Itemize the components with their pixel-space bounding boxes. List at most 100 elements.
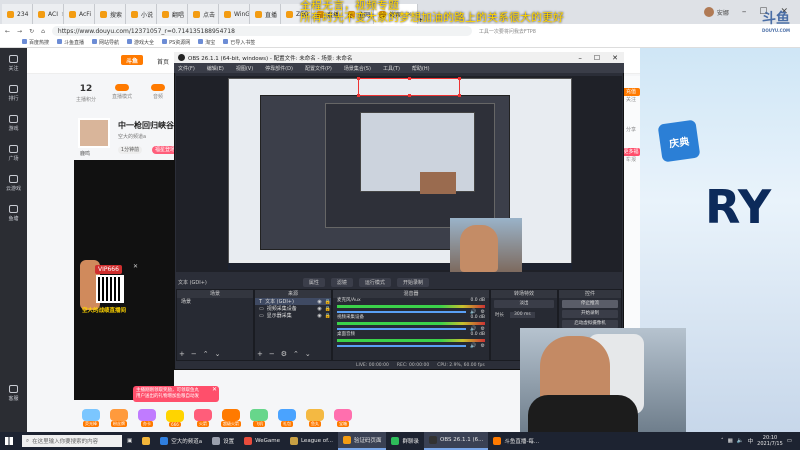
sidebar-item[interactable]: 客服 (0, 378, 27, 408)
obs-menu-item[interactable]: 场景集合(S) (344, 65, 371, 72)
visibility-icon[interactable]: ◉ (317, 299, 321, 305)
bookmark-item[interactable]: 游戏大全 (127, 39, 154, 46)
forward-icon[interactable]: → (17, 28, 22, 35)
taskbar-app[interactable]: WeGame (239, 432, 285, 450)
gift-item[interactable]: 粉丝牌 (108, 407, 130, 427)
douyu-logo[interactable]: 斗鱼 (121, 55, 143, 65)
add-icon[interactable]: + (179, 350, 185, 358)
volume-slider[interactable] (337, 328, 467, 330)
control-button[interactable]: 开始录制 (562, 310, 618, 318)
back-icon[interactable]: ← (5, 28, 10, 35)
close-icon[interactable]: ✕ (212, 387, 217, 393)
user-profile[interactable]: 安娜 (703, 7, 729, 17)
browser-tab[interactable]: AcFi× (64, 4, 95, 24)
gift-item[interactable]: 飞机 (248, 407, 270, 427)
taskbar-app[interactable]: 斗鱼直播-每... (488, 432, 544, 450)
remove-icon[interactable]: − (191, 350, 197, 358)
scene-item[interactable]: 场景 (177, 298, 253, 305)
stat-item[interactable]: 12 主播积分 (74, 84, 98, 103)
duration-input[interactable]: 300 ms (510, 312, 535, 318)
start-button[interactable] (0, 432, 18, 450)
home-icon[interactable]: ⌂ (41, 28, 45, 35)
source-toolbar-button[interactable]: 运行模式 (358, 277, 391, 287)
remove-icon[interactable]: − (269, 350, 275, 358)
obs-menu-item[interactable]: 配置文件(P) (305, 65, 332, 72)
promo-close-icon[interactable]: ✕ (133, 263, 138, 270)
visibility-icon[interactable]: ◉ (317, 306, 321, 312)
sidebar-item[interactable]: 关注 (0, 48, 27, 78)
bookmark-item[interactable]: 百度热搜 (22, 39, 49, 46)
stat-item[interactable]: 直播模式 (110, 84, 134, 103)
gift-item[interactable]: 办卡 (136, 407, 158, 427)
recharge-badge[interactable]: 充值 (622, 88, 640, 96)
down-icon[interactable]: ⌄ (305, 350, 311, 358)
taskbar-app[interactable] (137, 432, 155, 450)
gift-item[interactable]: 鱼丸 (304, 407, 326, 427)
browser-tab[interactable]: 直播× (250, 4, 281, 24)
stat-item[interactable]: 音频 (146, 84, 170, 103)
browser-tab[interactable]: 234× (2, 4, 33, 24)
reload-icon[interactable]: ↻ (29, 28, 34, 35)
chevron-up-icon[interactable]: ˄ (721, 438, 724, 444)
sidebar-item[interactable]: 云游戏 (0, 168, 27, 198)
lock-icon[interactable]: 🔒 (325, 299, 331, 305)
network-icon[interactable]: ▦ (728, 438, 733, 444)
home-link[interactable]: 首页 (157, 57, 169, 66)
source-toolbar-button[interactable]: 开始录制 (396, 277, 429, 287)
volume-slider[interactable] (337, 345, 467, 347)
minimize-icon[interactable]: – (742, 7, 747, 17)
taskbar-app[interactable]: 空大的频道a (155, 432, 207, 450)
gear-icon[interactable]: ⚙ (481, 343, 485, 349)
sidebar-item[interactable]: 排行 (0, 78, 27, 108)
gift-item[interactable]: 666 (164, 407, 186, 427)
minimize-icon[interactable]: – (578, 54, 582, 62)
sidebar-item[interactable]: 游戏 (0, 108, 27, 138)
volume-slider[interactable] (337, 311, 467, 313)
taskbar-app[interactable]: 群聊录 (386, 432, 424, 450)
ime-icon[interactable]: 中 (748, 437, 754, 445)
browser-tab[interactable]: 搜索× (95, 4, 126, 24)
up-icon[interactable]: ⌃ (293, 350, 299, 358)
gift-item[interactable]: 荧光棒 (80, 407, 102, 427)
bookmark-item[interactable]: 斗鱼直播 (57, 39, 84, 46)
taskbar-app[interactable]: League of... (285, 432, 338, 450)
control-button[interactable]: 停止推流 (562, 300, 618, 308)
bookmark-item[interactable]: PS资源网 (162, 39, 190, 46)
speaker-icon[interactable]: 🔊 (470, 343, 476, 349)
task-view-icon[interactable]: ▣ (122, 432, 137, 450)
obs-menu-item[interactable]: 视图(V) (236, 65, 253, 72)
right-action-item[interactable]: 关注 (622, 96, 640, 103)
selection-box[interactable] (357, 77, 461, 97)
taskbar-clock[interactable]: 20:10 2021/7/15 (757, 435, 783, 447)
source-toolbar-button[interactable]: 滤镜 (330, 277, 353, 287)
sidebar-item[interactable]: 鱼塘 (0, 198, 27, 228)
maximize-icon[interactable]: ☐ (594, 54, 600, 62)
right-action-item[interactable]: 分享 (622, 126, 640, 133)
visibility-icon[interactable]: ◉ (317, 313, 321, 319)
taskbar-app[interactable]: 设置 (207, 432, 239, 450)
url-input[interactable]: https://www.douyu.com/12371057_r=0.71413… (51, 26, 472, 36)
add-icon[interactable]: + (257, 350, 263, 358)
benefit-badge[interactable]: 更多福利 (622, 148, 640, 163)
browser-tab[interactable]: 小说× (126, 4, 157, 24)
close-icon[interactable]: ✕ (612, 54, 618, 62)
up-icon[interactable]: ⌃ (203, 350, 209, 358)
gift-item[interactable]: 礼包 (276, 407, 298, 427)
obs-menu-item[interactable]: 工具(T) (383, 65, 400, 72)
bookmark-item[interactable]: 网站导航 (92, 39, 119, 46)
obs-menu-item[interactable]: 文件(F) (178, 65, 195, 72)
notification-icon[interactable]: ▭ (787, 438, 792, 444)
transition-select[interactable]: 淡出 (494, 300, 554, 308)
obs-menu-item[interactable]: 停靠部件(D) (265, 65, 293, 72)
gift-item[interactable]: 火箭 (192, 407, 214, 427)
taskbar-search[interactable]: ⌕ 在这里输入你要搜索的内容 (22, 435, 122, 447)
browser-tab[interactable]: 点击× (188, 4, 219, 24)
bookmark-item[interactable]: 已导入书签 (223, 39, 255, 46)
anchor-avatar[interactable] (78, 118, 110, 148)
browser-tab[interactable]: ACI× (33, 4, 64, 24)
source-item[interactable]: ▭ 视频采集设备 ◉ 🔒 (255, 305, 331, 313)
obs-menu-item[interactable]: 帮助(H) (412, 65, 430, 72)
control-button[interactable]: 启动虚拟摄像机 (562, 320, 618, 328)
gear-icon[interactable]: ⚙ (281, 350, 287, 358)
lock-icon[interactable]: 🔒 (325, 306, 331, 312)
